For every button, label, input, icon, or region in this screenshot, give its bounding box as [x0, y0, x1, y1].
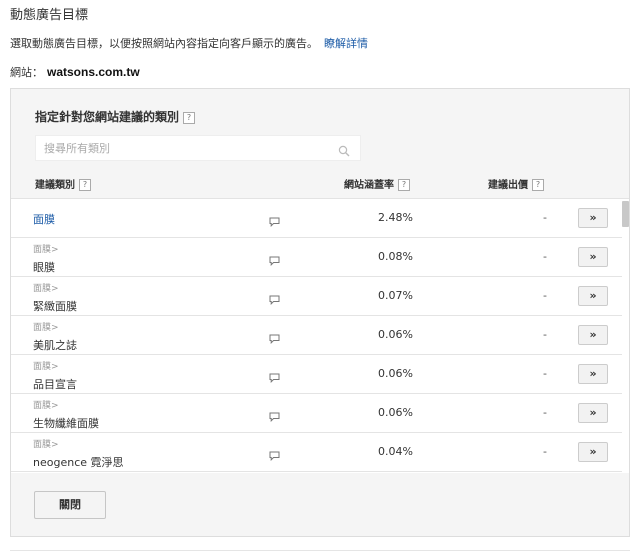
comment-icon[interactable]	[269, 368, 280, 387]
table-row: 面膜> 緊緻面膜 0.07% - »	[11, 277, 629, 316]
row-bid: -	[543, 211, 547, 224]
table-row: 面膜> 生物纖維面膜 0.06% - »	[11, 394, 629, 433]
row-bid: -	[543, 250, 547, 263]
row-coverage: 0.08%	[378, 250, 413, 263]
row-name: 美肌之誌	[33, 339, 77, 352]
table-row: 面膜> neogence 霓淨思 0.04% - »	[11, 433, 629, 472]
search-icon[interactable]	[338, 142, 350, 161]
row-parent: 面膜>	[33, 323, 59, 333]
divider	[10, 550, 630, 551]
site-info: 網站： watsons.com.tw	[10, 64, 140, 80]
column-header-coverage-text: 網站涵蓋率	[344, 180, 394, 191]
row-parent: 面膜>	[33, 440, 59, 450]
description-text: 選取動態廣告目標，以便按照網站內容指定向客戶顯示的廣告。	[10, 37, 318, 50]
table-row: 面膜> 品目宣言 0.06% - »	[11, 355, 629, 394]
row-coverage: 0.06%	[378, 406, 413, 419]
scrollbar-thumb[interactable]	[622, 201, 629, 227]
row-coverage: 0.07%	[378, 289, 413, 302]
column-header-coverage: 網站涵蓋率?	[344, 176, 410, 191]
panel-title: 指定針對您網站建議的類別?	[35, 108, 196, 125]
row-parent: 面膜>	[33, 284, 59, 294]
comment-icon[interactable]	[269, 212, 280, 231]
table-row: 面膜> 眼膜 0.08% - »	[11, 238, 629, 277]
row-parent: 面膜>	[33, 245, 59, 255]
comment-icon[interactable]	[269, 407, 280, 426]
table-row: 面膜 2.48% - »	[11, 199, 629, 238]
row-name: neogence 霓淨思	[33, 456, 124, 469]
site-label: 網站：	[10, 66, 43, 79]
learn-more-link[interactable]: 瞭解詳情	[324, 37, 368, 50]
add-category-button[interactable]: »	[578, 208, 608, 228]
add-category-button[interactable]: »	[578, 364, 608, 384]
section-title: 動態廣告目標	[10, 8, 89, 23]
row-coverage: 0.06%	[378, 367, 413, 380]
category-list[interactable]: 面膜 2.48% - » 面膜> 眼膜 0.08% - » 面膜> 緊緻面膜 0…	[11, 198, 629, 473]
row-bid: -	[543, 367, 547, 380]
row-name: 品目宣言	[33, 378, 77, 391]
help-icon[interactable]: ?	[532, 179, 544, 191]
row-bid: -	[543, 328, 547, 341]
row-coverage: 0.04%	[378, 445, 413, 458]
comment-icon[interactable]	[269, 329, 280, 348]
search-input[interactable]	[36, 136, 334, 160]
site-domain: watsons.com.tw	[47, 65, 140, 79]
row-coverage: 2.48%	[378, 211, 413, 224]
panel-title-text: 指定針對您網站建議的類別	[35, 110, 180, 124]
table-row: 面膜> 美肌之誌 0.06% - »	[11, 316, 629, 355]
description: 選取動態廣告目標，以便按照網站內容指定向客戶顯示的廣告。 瞭解詳情	[10, 35, 368, 51]
column-header-bid-text: 建議出價	[488, 180, 528, 191]
help-icon[interactable]: ?	[79, 179, 91, 191]
row-name[interactable]: 面膜	[33, 211, 55, 227]
comment-icon[interactable]	[269, 290, 280, 309]
add-category-button[interactable]: »	[578, 325, 608, 345]
add-category-button[interactable]: »	[578, 286, 608, 306]
close-button[interactable]: 關閉	[34, 491, 106, 519]
row-bid: -	[543, 445, 547, 458]
scrollbar[interactable]	[622, 199, 629, 473]
column-header-category: 建議類別?	[35, 176, 91, 191]
add-category-button[interactable]: »	[578, 247, 608, 267]
row-coverage: 0.06%	[378, 328, 413, 341]
row-name: 緊緻面膜	[33, 300, 77, 313]
column-header-category-text: 建議類別	[35, 180, 75, 191]
row-parent: 面膜>	[33, 401, 59, 411]
row-parent: 面膜>	[33, 362, 59, 372]
category-panel: 指定針對您網站建議的類別? 建議類別? 網站涵蓋率? 建議出價? 面膜 2.48…	[10, 88, 630, 537]
comment-icon[interactable]	[269, 251, 280, 270]
column-header-bid: 建議出價?	[488, 176, 544, 191]
row-name: 眼膜	[33, 261, 55, 274]
add-category-button[interactable]: »	[578, 442, 608, 462]
help-icon[interactable]: ?	[398, 179, 410, 191]
row-name: 生物纖維面膜	[33, 417, 99, 430]
add-category-button[interactable]: »	[578, 403, 608, 423]
row-bid: -	[543, 406, 547, 419]
row-bid: -	[543, 289, 547, 302]
help-icon[interactable]: ?	[183, 111, 196, 124]
search-box	[35, 135, 361, 161]
comment-icon[interactable]	[269, 446, 280, 465]
